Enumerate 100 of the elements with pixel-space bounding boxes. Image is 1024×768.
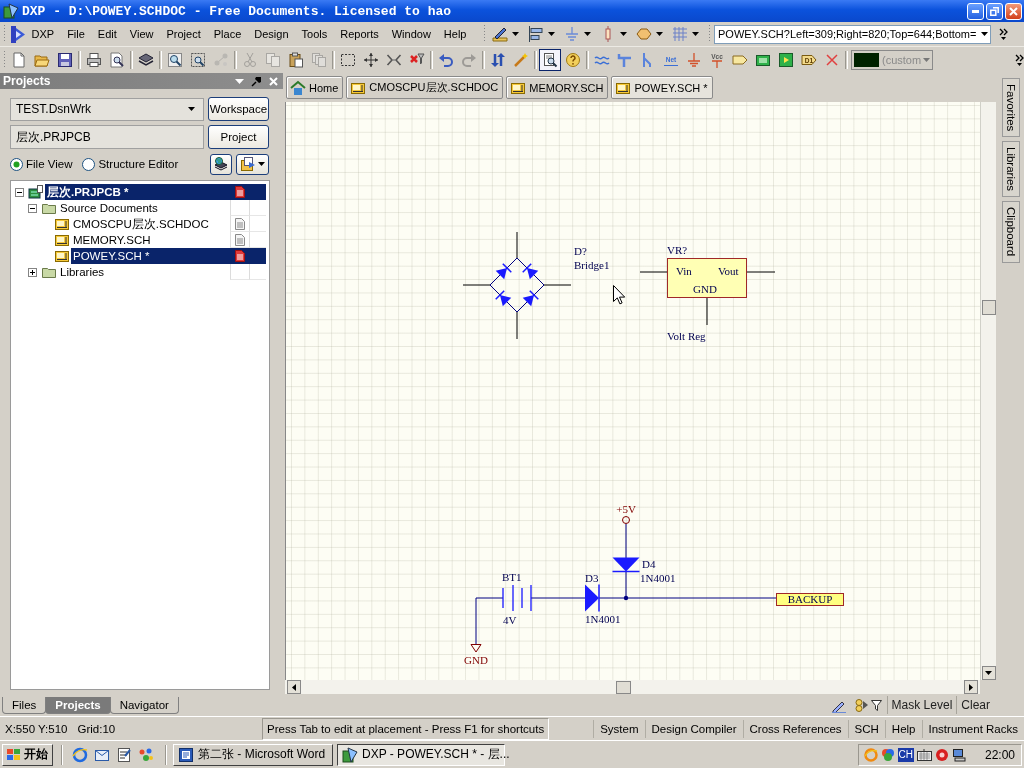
document-tab[interactable]: MEMORY.SCH [506,76,609,99]
panel-tab[interactable]: Files [2,697,47,714]
expand-icon[interactable] [28,267,37,277]
tree-item[interactable]: CMOSCPU层次.SCHDOC [71,216,266,232]
panel-tab[interactable]: Navigator [109,697,179,714]
close-icon[interactable] [269,76,278,86]
project-field[interactable]: 层次.PRJPCB [10,125,204,149]
chevron-icon[interactable] [1015,53,1024,66]
play-arrow-icon[interactable] [862,701,868,709]
workspace-dropdown[interactable]: TEST.DsnWrk [10,97,204,121]
menu-item[interactable]: Edit [91,28,124,40]
caret-icon[interactable] [620,32,627,36]
play-square-icon[interactable] [777,51,794,68]
move-cross-icon[interactable] [362,51,379,68]
tree-item[interactable]: 层次.PRJPCB * [45,184,266,200]
printer-icon[interactable] [85,51,102,68]
project-button[interactable]: Project [208,125,269,149]
workspace-button[interactable]: Workspace [208,97,269,121]
scrollbar-thumb[interactable] [981,300,996,315]
menu-item[interactable]: Help [437,28,473,40]
language-indicator[interactable]: CH [897,747,914,762]
panel-button[interactable]: Help [884,719,922,738]
side-panel-tab[interactable]: Favorites [1001,78,1020,138]
keyboard-icon[interactable] [916,748,932,761]
zoom-area-icon[interactable] [189,51,206,68]
document-tab[interactable]: CMOSCPU层次.SCHDOC [346,76,504,99]
caret-icon[interactable] [656,32,663,36]
undo-icon[interactable] [437,51,454,68]
menu-item[interactable]: Project [160,28,208,40]
tree-item[interactable]: Libraries [58,264,266,280]
ground-icon[interactable] [685,51,702,68]
sheet-bar-button[interactable]: Mask Level [886,696,957,714]
swap-arrows-icon[interactable] [489,51,506,68]
radio-button[interactable] [82,157,96,171]
scrollbar-thumb[interactable] [616,680,631,694]
panel-tab[interactable]: Projects [45,697,111,714]
drag-handle-icon[interactable] [483,25,486,43]
tree-item[interactable]: Source Documents [58,200,266,216]
restore-button[interactable] [986,2,1003,20]
magnifier-icon[interactable] [166,51,183,68]
dashed-rectangle-icon[interactable] [339,51,356,68]
caret-icon[interactable] [692,32,699,36]
document-tab[interactable]: POWEY.SCH * [611,76,713,99]
menu-item[interactable]: File [60,28,92,40]
computer-icon[interactable] [951,747,966,762]
menu-item[interactable]: View [123,28,160,40]
filter-icon[interactable] [870,699,882,711]
pin-icon[interactable] [251,75,262,87]
panel-button[interactable]: SCH [847,719,885,738]
menu-item[interactable]: Place [207,28,248,40]
menu-item[interactable]: Design [247,28,295,40]
icon-button[interactable] [210,153,232,175]
disc-icon[interactable] [934,747,949,762]
scroll-left-button[interactable] [287,680,301,694]
pencil-ruler-icon[interactable] [492,26,508,42]
document-tab[interactable]: Home [286,76,344,99]
help-icon[interactable] [564,51,581,68]
start-button[interactable]: 开始 [2,743,53,766]
radio-button[interactable] [10,157,23,171]
side-panel-tab[interactable]: Clipboard [1001,201,1020,263]
color-wheel-icon[interactable] [880,747,895,762]
close-button[interactable] [1005,2,1022,20]
minimize-button[interactable] [967,2,984,20]
clipboard-icon[interactable] [287,51,304,68]
scroll-right-button[interactable] [964,680,978,694]
menu-item[interactable]: Reports [333,28,386,40]
view-option[interactable]: Structure Editor [82,157,179,171]
taskbar-button[interactable]: 第二张 - Microsoft Word [173,743,333,766]
menu-item[interactable]: Tools [295,28,334,40]
collapse-icon[interactable] [15,187,24,197]
caret-icon[interactable] [512,32,519,36]
cross-icon[interactable] [823,51,840,68]
drag-handle-icon[interactable] [3,25,6,43]
view-option[interactable]: File View [10,157,73,171]
menu-item[interactable]: DXP [25,28,61,40]
magnifier-document-icon[interactable] [538,48,561,71]
caret-icon[interactable] [584,32,591,36]
stack-icon[interactable] [137,51,154,68]
globe-icon[interactable] [72,746,88,763]
drag-handle-icon[interactable] [708,25,711,43]
address-combo[interactable]: POWEY.SCH?Left=309;Right=820;Top=644;Bottom= [714,24,991,44]
menu-item[interactable]: Window [385,28,438,40]
print-preview-icon[interactable] [108,51,125,68]
sheet-bar-button[interactable]: Clear [956,696,994,714]
stacked-circles-icon[interactable] [854,698,863,712]
caret-icon[interactable] [548,32,555,36]
dropdown-button[interactable] [236,153,269,175]
align-icon[interactable] [528,26,544,42]
scroll-down-button[interactable] [981,666,996,680]
side-panel-tab[interactable]: Libraries [1001,141,1020,198]
collapse-icon[interactable] [28,203,37,213]
panel-button[interactable]: System [593,719,645,738]
panel-button[interactable]: Instrument Racks [921,719,1024,738]
chevron-icon[interactable] [999,28,1008,40]
panel-button[interactable]: Design Compiler [644,719,743,738]
new-document-icon[interactable] [10,51,27,68]
drag-handle-icon[interactable] [3,50,6,69]
dots-icon[interactable] [138,746,154,763]
panel-button[interactable]: Cross References [742,719,848,738]
notepad-icon[interactable] [116,746,132,763]
